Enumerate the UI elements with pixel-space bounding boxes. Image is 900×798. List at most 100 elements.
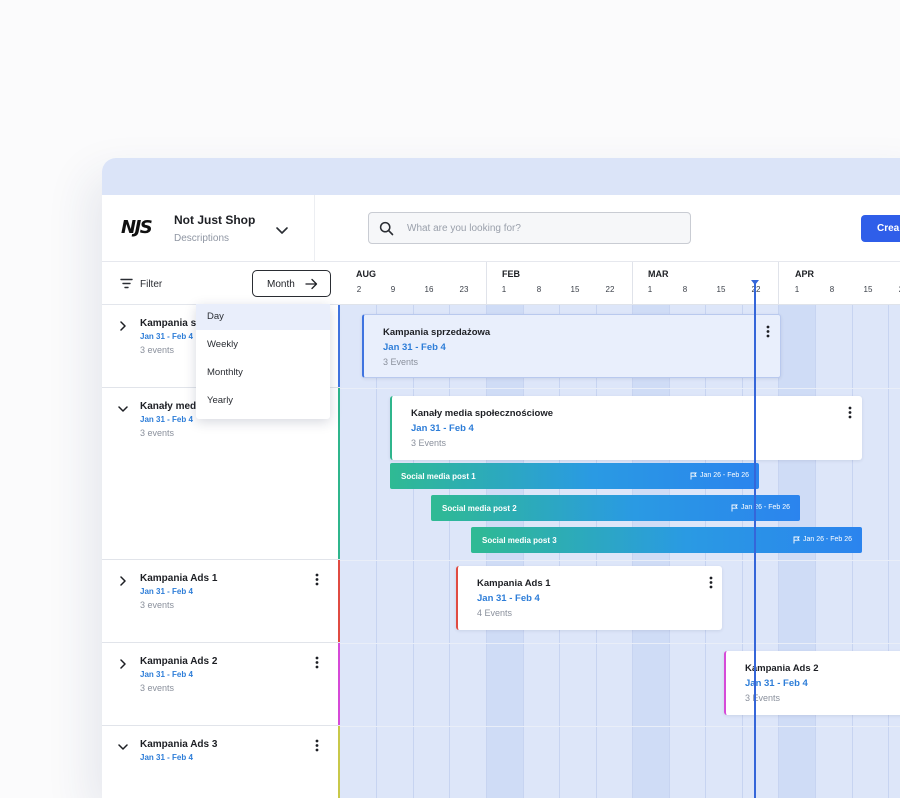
day-label: 2	[356, 285, 362, 294]
current-date-marker-icon	[751, 280, 759, 285]
day-label: 1	[501, 285, 507, 294]
day-label: 1	[794, 285, 800, 294]
current-date-line	[754, 282, 756, 798]
search-input[interactable]	[405, 219, 675, 237]
card-event-count: 3 Events	[411, 438, 447, 448]
month-label: APR	[795, 269, 815, 279]
month-label: FEB	[502, 269, 520, 279]
gantt-timeline[interactable]: AUG 2 9 16 23 FEB 1 8 15 22 MAR 1 8 15 2…	[340, 262, 900, 798]
card-title: Kanały media społecznościowe	[411, 408, 554, 419]
event-name: Social media post 2	[442, 504, 517, 513]
month-divider	[632, 262, 633, 305]
campaign-card[interactable]: Kampania Ads 1 Jan 31 - Feb 4 4 Events	[456, 566, 722, 630]
row-divider	[340, 560, 900, 561]
campaign-card[interactable]: Kampania Ads 2 Jan 31 - Feb 4 3 Events	[724, 651, 900, 715]
dropdown-option-weekly[interactable]: Weekly	[196, 332, 330, 358]
month-divider	[778, 262, 779, 305]
grid-line	[413, 305, 414, 798]
card-title: Kampania sprzedażowa	[383, 327, 491, 338]
dropdown-option-day[interactable]: Day	[196, 304, 330, 330]
flag-icon	[793, 536, 800, 544]
search-icon	[379, 221, 394, 236]
chevron-right-icon[interactable]	[118, 321, 128, 331]
filter-bar: Filter Month	[102, 262, 340, 305]
chevron-down-icon[interactable]	[118, 404, 128, 414]
event-dates: Jan 26 - Feb 26	[740, 504, 790, 511]
event-name: Social media post 1	[401, 472, 476, 481]
campaign-event-count: 3 events	[140, 600, 175, 610]
search-box[interactable]	[368, 212, 691, 244]
row-divider	[340, 388, 900, 389]
window-top-bar	[102, 158, 900, 195]
campaign-name: Kampania sp	[140, 318, 203, 329]
month-divider	[486, 262, 487, 305]
arrow-right-icon	[305, 278, 318, 290]
more-options-icon[interactable]	[709, 576, 713, 589]
row-divider	[340, 726, 900, 727]
header-divider	[314, 195, 315, 262]
filter-icon[interactable]	[120, 278, 133, 289]
month-label: AUG	[356, 269, 376, 279]
card-dates: Jan 31 - Feb 4	[383, 342, 446, 353]
more-options-icon[interactable]	[315, 739, 319, 752]
chevron-down-icon[interactable]	[272, 220, 292, 240]
flag-icon	[690, 472, 697, 480]
grid-line	[376, 305, 377, 798]
campaign-event-count: 3 events	[140, 683, 175, 693]
event-bar[interactable]: Social media post 2 Jan 26 - Feb 26	[431, 495, 800, 521]
event-bar[interactable]: Social media post 3 Jan 26 - Feb 26	[471, 527, 862, 553]
dropdown-option-yearly[interactable]: Yearly	[196, 388, 330, 414]
day-label: 8	[536, 285, 542, 294]
chevron-down-icon[interactable]	[118, 742, 128, 752]
chevron-right-icon[interactable]	[118, 576, 128, 586]
day-label: 15	[863, 285, 873, 294]
month-label: MAR	[648, 269, 669, 279]
row-divider	[340, 643, 900, 644]
dropdown-option-monthly[interactable]: Monthlty	[196, 360, 330, 386]
campaign-dates: Jan 31 - Feb 4	[140, 587, 193, 596]
event-dates: Jan 26 - Feb 26	[802, 536, 852, 543]
day-label: 9	[390, 285, 396, 294]
day-label: 23	[459, 285, 469, 294]
day-label: 1	[647, 285, 653, 294]
day-label: 8	[682, 285, 688, 294]
day-label: 8	[829, 285, 835, 294]
timeline-header: AUG 2 9 16 23 FEB 1 8 15 22 MAR 1 8 15 2…	[340, 262, 900, 305]
campaign-dates: Jan 31 - Feb 4	[140, 670, 193, 679]
more-options-icon[interactable]	[848, 406, 852, 419]
card-title: Kampania Ads 2	[745, 663, 819, 674]
view-select-button[interactable]: Month	[252, 270, 331, 297]
campaign-name: Kanały medi	[140, 401, 199, 412]
shop-description: Descriptions	[174, 233, 230, 244]
card-dates: Jan 31 - Feb 4	[411, 423, 474, 434]
campaign-event-count: 3 events	[140, 428, 175, 438]
shop-logo: NJS	[121, 217, 153, 238]
campaign-dates: Jan 31 - Feb 4	[140, 415, 193, 424]
campaign-row[interactable]: Kampania Ads 2 Jan 31 - Feb 4 3 events	[102, 643, 340, 726]
campaign-card[interactable]: Kampania sprzedażowa Jan 31 - Feb 4 3 Ev…	[362, 314, 781, 378]
event-bar[interactable]: Social media post 1 Jan 26 - Feb 26	[390, 463, 759, 489]
day-label: 22	[751, 285, 761, 294]
app-header: NJS Not Just Shop Descriptions Crea	[102, 195, 900, 262]
app-window: NJS Not Just Shop Descriptions Crea Filt…	[102, 158, 900, 798]
day-label: 22	[605, 285, 615, 294]
campaign-row[interactable]: Kampania Ads 3 Jan 31 - Feb 4	[102, 726, 340, 798]
card-event-count: 4 Events	[477, 608, 513, 618]
campaign-event-count: 3 events	[140, 345, 175, 355]
filter-label[interactable]: Filter	[140, 279, 162, 290]
view-select-label: Month	[267, 279, 295, 290]
campaign-name: Kampania Ads 1	[140, 573, 218, 584]
campaign-dates: Jan 31 - Feb 4	[140, 753, 193, 762]
shop-name[interactable]: Not Just Shop	[174, 213, 255, 227]
chevron-right-icon[interactable]	[118, 659, 128, 669]
campaign-card[interactable]: Kanały media społecznościowe Jan 31 - Fe…	[390, 396, 862, 460]
campaign-row[interactable]: Kampania Ads 1 Jan 31 - Feb 4 3 events	[102, 560, 340, 643]
create-button[interactable]: Crea	[861, 215, 900, 242]
grid-line	[449, 305, 450, 798]
more-options-icon[interactable]	[766, 325, 770, 338]
flag-icon	[731, 504, 738, 512]
view-dropdown-menu: Day Weekly Monthlty Yearly	[196, 304, 330, 419]
card-dates: Jan 31 - Feb 4	[477, 593, 540, 604]
more-options-icon[interactable]	[315, 656, 319, 669]
more-options-icon[interactable]	[315, 573, 319, 586]
